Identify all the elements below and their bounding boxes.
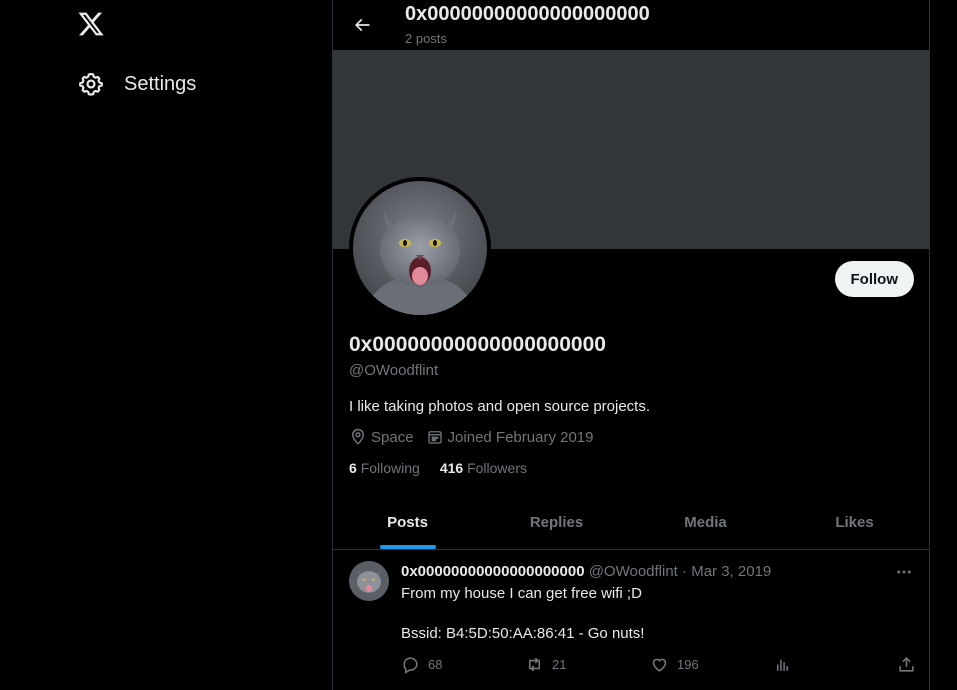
calendar-icon <box>426 428 444 446</box>
profile-bio: I like taking photos and open source pro… <box>349 398 651 415</box>
arrow-left-icon <box>352 15 372 35</box>
x-logo-icon[interactable] <box>77 10 105 38</box>
reply-count: 68 <box>428 657 443 672</box>
left-sidebar: Settings <box>0 0 332 690</box>
post-separator: · <box>682 563 688 580</box>
like-button[interactable]: 196 <box>650 655 699 674</box>
profile-column: 0x00000000000000000000 2 posts Follow 0x… <box>332 0 930 690</box>
tab-label: Replies <box>529 514 584 531</box>
tab-media[interactable]: Media <box>631 496 780 549</box>
tab-label: Posts <box>387 514 428 531</box>
analytics-icon <box>773 655 792 674</box>
post-author-avatar[interactable] <box>349 561 389 601</box>
joined-text: Joined February 2019 <box>447 428 594 446</box>
like-count: 196 <box>677 657 699 672</box>
post-item[interactable]: 0x00000000000000000000 @OWoodflint · Mar… <box>333 549 929 690</box>
grey-cat-avatar <box>353 181 487 315</box>
share-icon <box>897 655 916 674</box>
tab-label: Likes <box>835 514 874 531</box>
sidebar-item-label: Settings <box>124 72 197 95</box>
tab-label: Media <box>684 514 727 531</box>
profile-location: Space <box>349 428 414 446</box>
sidebar-item-settings[interactable]: Settings <box>66 62 208 106</box>
follow-button[interactable]: Follow <box>834 261 914 297</box>
profile-header-bar: 0x00000000000000000000 2 posts <box>333 0 929 50</box>
followers-count: 416 <box>439 460 464 476</box>
views-button[interactable] <box>773 655 800 674</box>
back-button[interactable] <box>345 8 379 42</box>
post-author-name[interactable]: 0x00000000000000000000 <box>401 563 585 580</box>
repost-button[interactable]: 21 <box>525 655 566 674</box>
post-actions: 68 21 196 <box>401 655 917 675</box>
share-button[interactable] <box>897 655 924 674</box>
page-scrollbar[interactable] <box>930 0 957 690</box>
tab-replies[interactable]: Replies <box>482 496 631 549</box>
repost-count: 21 <box>552 657 567 672</box>
profile-handle: @OWoodflint <box>349 362 439 379</box>
profile-joined: Joined February 2019 <box>426 428 594 446</box>
profile-avatar[interactable] <box>349 177 491 319</box>
reply-button[interactable]: 68 <box>401 655 442 674</box>
followers-label: Followers <box>467 460 527 476</box>
profile-tabs: Posts Replies Media Likes <box>333 496 929 550</box>
following-label: Following <box>360 460 420 476</box>
post-header: 0x00000000000000000000 @OWoodflint · Mar… <box>401 563 771 580</box>
post-text-line: Bssid: B4:5D:50:AA:86:41 - Go nuts! <box>401 625 645 642</box>
post-text-line: From my house I can get free wifi ;D <box>401 585 642 602</box>
gear-icon <box>78 71 104 97</box>
followers-link[interactable]: 416 Followers <box>440 460 527 476</box>
more-dots-icon[interactable] <box>891 561 917 583</box>
grey-cat-avatar <box>349 561 389 601</box>
repost-icon <box>525 655 544 674</box>
location-text: Space <box>371 428 414 446</box>
tab-likes[interactable]: Likes <box>780 496 929 549</box>
header-post-count: 2 posts <box>405 31 447 46</box>
location-pin-icon <box>349 428 367 446</box>
tab-posts[interactable]: Posts <box>333 496 482 549</box>
reply-icon <box>401 655 420 674</box>
profile-display-name: 0x00000000000000000000 <box>349 333 606 356</box>
post-date[interactable]: Mar 3, 2019 <box>691 563 771 580</box>
profile-stats: 6 Following 416 Followers <box>349 460 547 476</box>
header-title: 0x00000000000000000000 <box>405 3 650 25</box>
profile-meta: Space Joined February 2019 <box>349 428 605 446</box>
following-link[interactable]: 6 Following <box>349 460 420 476</box>
following-count: 6 <box>349 460 357 476</box>
heart-icon <box>650 655 669 674</box>
post-author-handle[interactable]: @OWoodflint <box>589 563 678 580</box>
